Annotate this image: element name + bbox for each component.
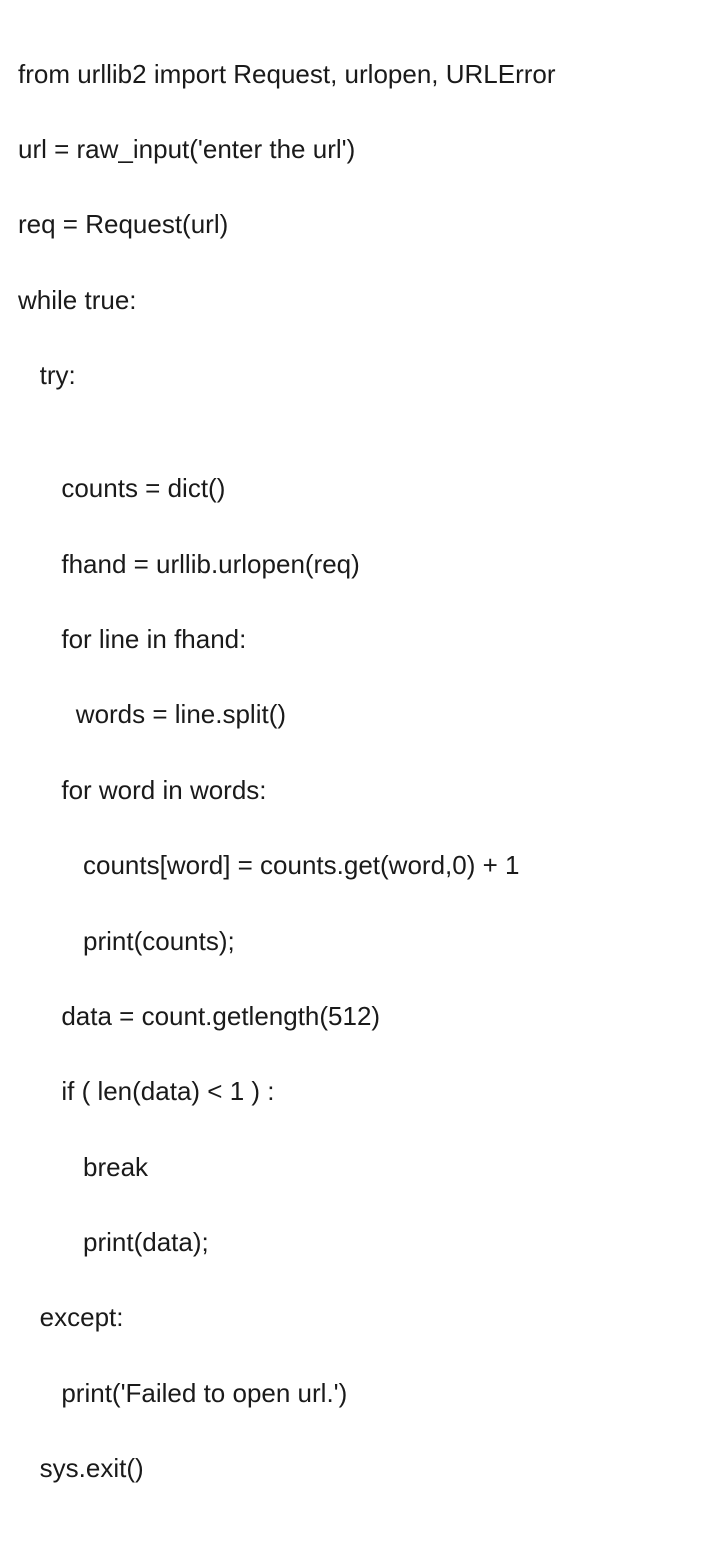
code-line: fhand = urllib.urlopen(req) (18, 546, 702, 584)
code-line: print(data); (18, 1224, 702, 1262)
code-line: for word in words: (18, 772, 702, 810)
code-line: counts[word] = counts.get(word,0) + 1 (18, 847, 702, 885)
code-line: print('Failed to open url.') (18, 1375, 702, 1413)
code-line: words = line.split() (18, 696, 702, 734)
code-block: from urllib2 import Request, urlopen, UR… (18, 18, 702, 1526)
code-line: try: (18, 357, 702, 395)
code-line: while true: (18, 282, 702, 320)
code-line: except: (18, 1299, 702, 1337)
code-line: counts = dict() (18, 470, 702, 508)
code-line: data = count.getlength(512) (18, 998, 702, 1036)
code-line: sys.exit() (18, 1450, 702, 1488)
code-line: req = Request(url) (18, 206, 702, 244)
code-line: from urllib2 import Request, urlopen, UR… (18, 56, 702, 94)
code-line: url = raw_input('enter the url') (18, 131, 702, 169)
code-line: print(counts); (18, 923, 702, 961)
code-line: for line in fhand: (18, 621, 702, 659)
code-line: break (18, 1149, 702, 1187)
code-line: if ( len(data) < 1 ) : (18, 1073, 702, 1111)
